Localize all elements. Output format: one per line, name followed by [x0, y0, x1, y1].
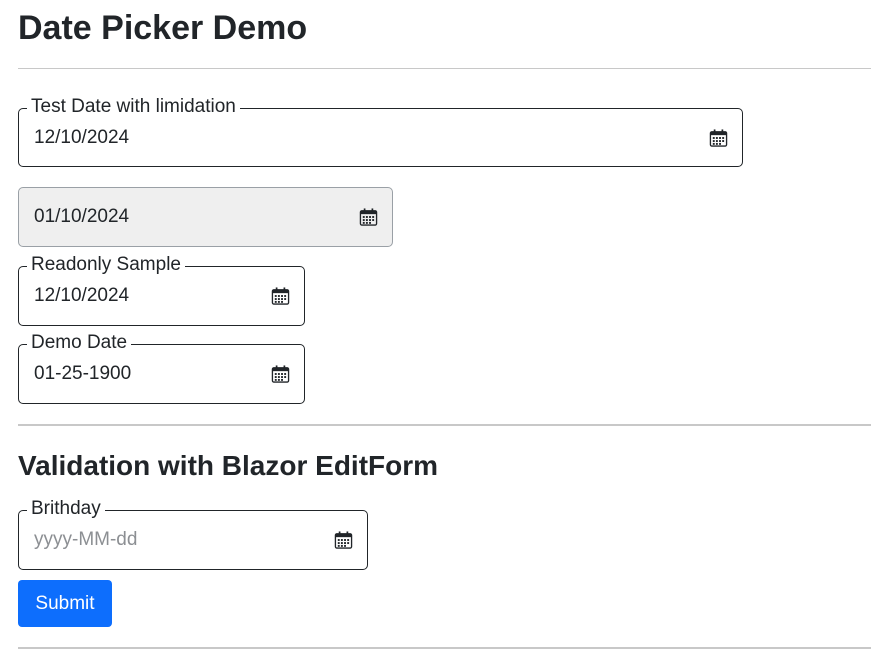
birthday-field[interactable]: Brithday yyyy-MM-dd [18, 497, 368, 570]
page: Date Picker Demo Test Date with limidati… [0, 0, 871, 660]
section-title: Validation with Blazor EditForm [18, 450, 439, 481]
readonly-sample-value: 12/10/2024 [34, 285, 130, 306]
divider [18, 424, 871, 426]
birthday-input[interactable]: yyyy-MM-dd [34, 528, 137, 552]
calendar-icon[interactable] [271, 365, 290, 384]
calendar-icon [359, 208, 378, 226]
page-title: Date Picker Demo [18, 9, 308, 47]
test-date-label: Test Date with limidation [27, 95, 240, 119]
submit-button[interactable]: Submit [18, 580, 112, 627]
divider [18, 647, 871, 649]
test-date-value[interactable]: 12/10/2024 [34, 126, 129, 150]
calendar-icon[interactable] [709, 128, 728, 147]
disabled-date-field: 01/10/2024 [18, 187, 393, 247]
birthday-label: Brithday [27, 497, 105, 521]
disabled-date-value: 01/10/2024 [34, 206, 130, 227]
demo-date-field[interactable]: Demo Date 01-25-1900 [18, 331, 305, 404]
divider [18, 68, 871, 69]
demo-date-label: Demo Date [27, 331, 132, 355]
calendar-icon[interactable] [271, 287, 290, 306]
demo-date-value[interactable]: 01-25-1900 [34, 362, 131, 386]
readonly-sample-label: Readonly Sample [27, 253, 185, 277]
test-date-field[interactable]: Test Date with limidation 12/10/2024 [18, 95, 743, 167]
calendar-icon[interactable] [334, 531, 353, 550]
readonly-sample-field[interactable]: Readonly Sample 12/10/2024 [18, 253, 305, 326]
